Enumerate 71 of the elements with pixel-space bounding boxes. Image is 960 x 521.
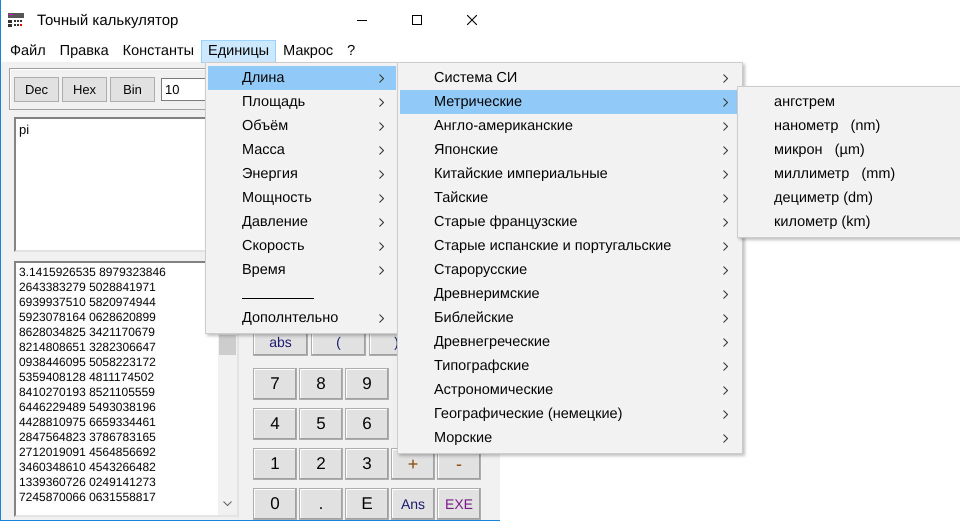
- menu-bar-item[interactable]: ?: [340, 40, 362, 62]
- key-button[interactable]: EXE: [437, 488, 481, 520]
- key-button[interactable]: .: [299, 488, 343, 520]
- menu-item[interactable]: дециметр (dm): [740, 186, 958, 210]
- key-button[interactable]: 8: [299, 368, 343, 400]
- key-button[interactable]: E: [345, 488, 389, 520]
- menu-item[interactable]: Старорусские: [400, 258, 740, 282]
- base-button[interactable]: Bin: [110, 76, 155, 102]
- result-line: 6446229489 5493038196: [19, 400, 157, 415]
- maximize-icon[interactable]: [412, 15, 422, 25]
- menu-bar-item[interactable]: Правка: [52, 40, 116, 62]
- scroll-down-icon[interactable]: [223, 501, 232, 507]
- key-button[interactable]: 4: [253, 408, 297, 440]
- menu-bar-item[interactable]: Макрос: [276, 40, 340, 62]
- scrollbar-thumb[interactable]: [219, 335, 236, 355]
- base-button[interactable]: Hex: [62, 76, 107, 102]
- menu-item[interactable]: Метрические: [400, 90, 740, 114]
- result-line: 8214808651 3282306647: [19, 340, 157, 355]
- menu-item[interactable]: Типографские: [400, 354, 740, 378]
- menu-bar-item[interactable]: Единицы: [201, 40, 276, 62]
- menu-item[interactable]: Старые испанские и португальские: [400, 234, 740, 258]
- result-line: 6939937510 5820974944: [19, 295, 157, 310]
- menu-item[interactable]: Время: [208, 258, 396, 282]
- key-button[interactable]: 5: [299, 408, 343, 440]
- menu-item[interactable]: километр (km): [740, 210, 958, 234]
- result-line: 2643383279 5028841971: [19, 280, 157, 295]
- key-button[interactable]: 3: [345, 448, 389, 480]
- menu-item[interactable]: Морские: [400, 426, 740, 450]
- menu-item[interactable]: Старые французские: [400, 210, 740, 234]
- menu-item[interactable]: Древнеримские: [400, 282, 740, 306]
- key-button[interactable]: 2: [299, 448, 343, 480]
- menu-item[interactable]: Китайские империальные: [400, 162, 740, 186]
- menu-item[interactable]: нанометр (nm): [740, 114, 958, 138]
- menu-bar-item[interactable]: Файл: [3, 40, 53, 62]
- result-line: 7245870066 0631558817: [19, 490, 157, 505]
- key-button[interactable]: 0: [253, 488, 297, 520]
- close-icon[interactable]: [467, 15, 477, 25]
- key-button[interactable]: 7: [253, 368, 297, 400]
- window-title: Точный калькулятор: [37, 12, 178, 28]
- menu-item[interactable]: микрон (µm): [740, 138, 958, 162]
- menu-item[interactable]: Древнегреческие: [400, 330, 740, 354]
- result-line: 2712019091 4564856692: [19, 445, 157, 460]
- base-button[interactable]: Dec: [14, 76, 59, 102]
- menu-item[interactable]: Англо-американские: [400, 114, 740, 138]
- calculator-icon: [8, 13, 24, 27]
- result-line: 3460348610 4543266482: [19, 460, 157, 475]
- result-line: 1339360726 0249141273: [19, 475, 157, 490]
- menu-item[interactable]: Длина: [208, 66, 396, 90]
- result-line: 8628034825 3421170679: [19, 325, 156, 340]
- menu-item[interactable]: Астрономические: [400, 378, 740, 402]
- menu-separator: [242, 298, 314, 299]
- menu-item[interactable]: Дополнтельно: [208, 306, 396, 330]
- result-line: 3.1415926535 8979323846: [19, 265, 167, 280]
- menu-bar-item[interactable]: Константы: [116, 40, 202, 62]
- menu-item[interactable]: Японские: [400, 138, 740, 162]
- menu-item[interactable]: миллиметр (mm): [740, 162, 958, 186]
- result-line: 5923078164 0628620899: [19, 310, 157, 325]
- menu-item[interactable]: Географические (немецкие): [400, 402, 740, 426]
- menu-item[interactable]: Система СИ: [400, 66, 740, 90]
- result-line: 8410270193 8521105559: [19, 385, 156, 400]
- result-line: 4428810975 6659334461: [19, 415, 157, 430]
- key-button[interactable]: 9: [345, 368, 389, 400]
- result-line: 0938446095 5058223172: [19, 355, 157, 370]
- key-button[interactable]: 1: [253, 448, 297, 480]
- menu-item[interactable]: ангстрем: [740, 90, 958, 114]
- key-button[interactable]: 6: [345, 408, 389, 440]
- key-button[interactable]: Ans: [391, 488, 435, 520]
- menu-item[interactable]: Тайские: [400, 186, 740, 210]
- result-line: 2847564823 3786783165: [19, 430, 157, 445]
- menu-item[interactable]: Библейские: [400, 306, 740, 330]
- result-line: 5359408128 4811174502: [19, 370, 156, 385]
